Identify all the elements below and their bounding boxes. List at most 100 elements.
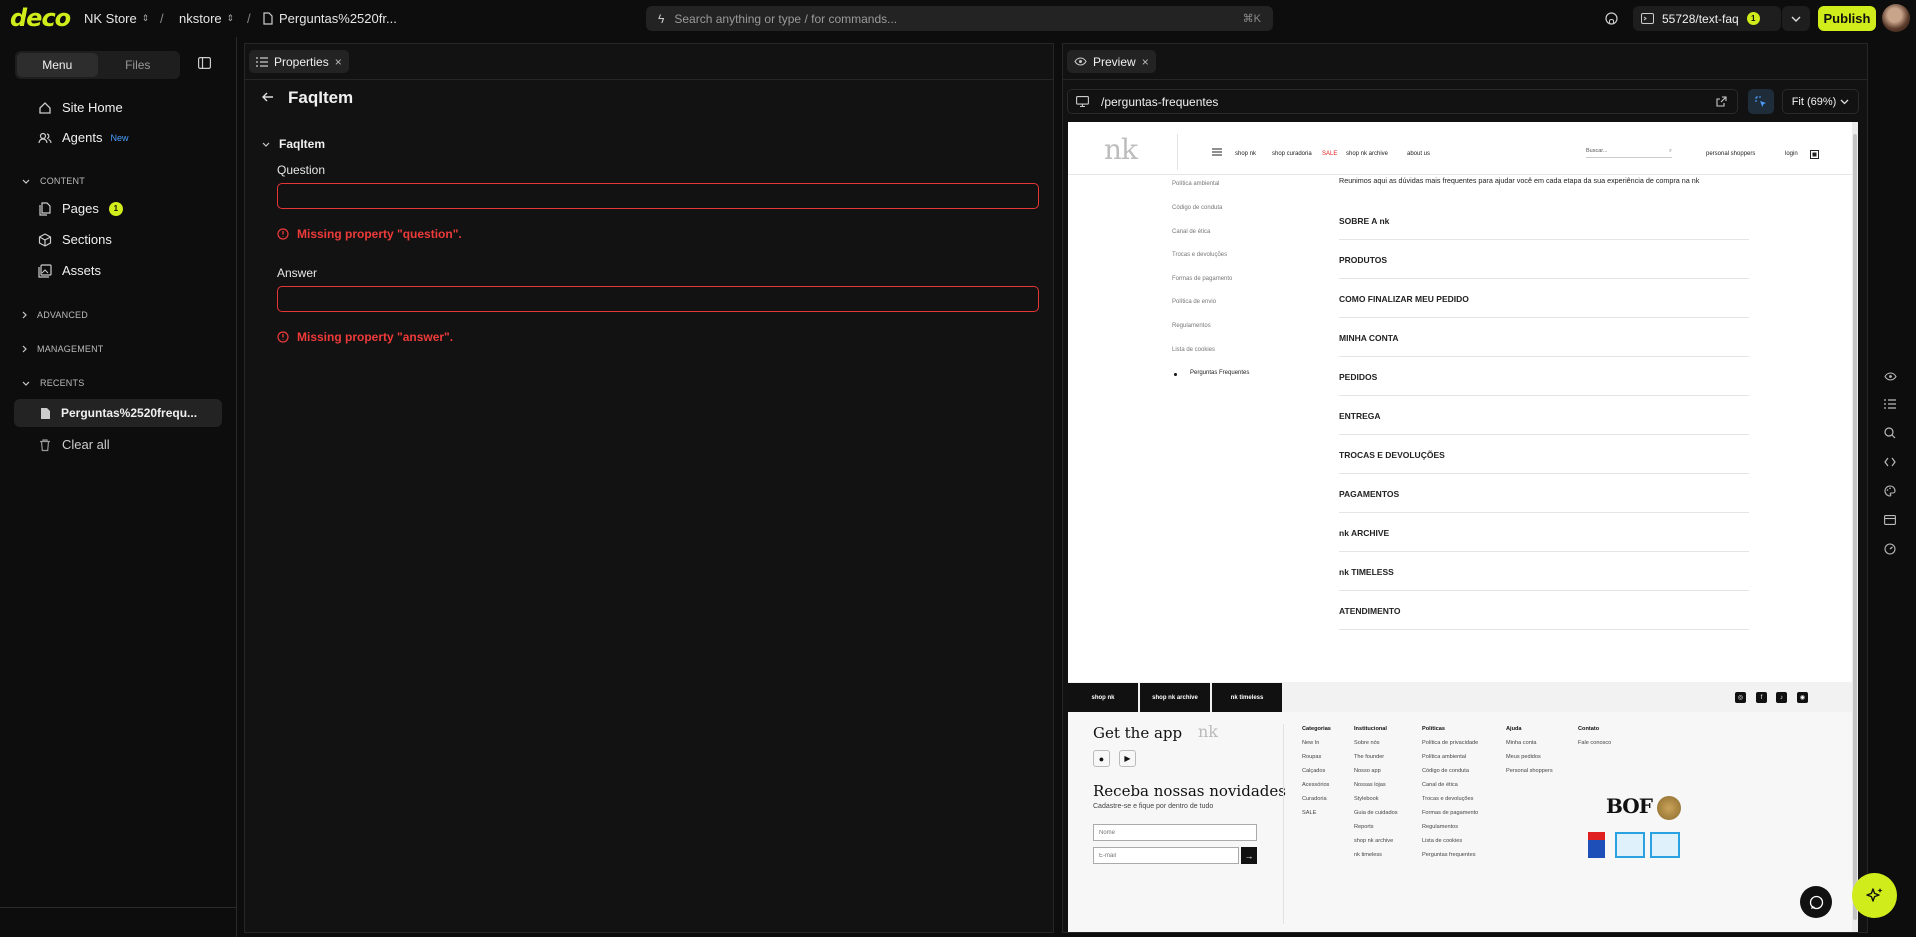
footer-tab-shop-nk-archive[interactable]: shop nk archive [1140, 683, 1210, 712]
footer-link[interactable]: Política ambiental [1422, 750, 1478, 764]
faq-accordion-item[interactable]: nk TIMELESS [1339, 553, 1749, 591]
sidebar-item-sections[interactable]: Sections [38, 232, 112, 247]
bag-icon[interactable] [1810, 150, 1819, 159]
footer-link[interactable]: Perguntas frequentes [1422, 848, 1478, 862]
footer-link[interactable]: Personal shoppers [1506, 764, 1553, 778]
nk-logo[interactable]: nk [1104, 133, 1138, 166]
section-content[interactable]: CONTENT [22, 176, 85, 186]
footer-link[interactable]: Curadoria [1302, 792, 1331, 806]
ai-assistant-button[interactable] [1852, 873, 1897, 918]
sidebar-item-site-home[interactable]: Site Home [38, 100, 123, 115]
tab-menu[interactable]: Menu [17, 53, 98, 77]
sidebar-toggle-button[interactable] [198, 57, 211, 69]
policy-nav-link[interactable]: Código de conduta [1172, 205, 1222, 211]
faq-accordion-item[interactable]: PEDIDOS [1339, 358, 1749, 396]
preview-canvas[interactable]: nk shop nk shop curadoria SALE shop nk a… [1068, 122, 1858, 932]
preview-url-bar[interactable]: /perguntas-frequentes [1067, 89, 1738, 114]
external-link-icon[interactable] [1716, 96, 1727, 107]
code-icon[interactable] [1884, 457, 1896, 467]
close-icon[interactable]: × [335, 55, 342, 69]
sidebar-item-pages[interactable]: Pages 1 [38, 201, 123, 216]
policy-nav-link[interactable]: Regulamentos [1172, 323, 1211, 329]
footer-link[interactable]: Formas de pagamento [1422, 806, 1478, 820]
footer-link[interactable]: Lista de cookies [1422, 834, 1478, 848]
spotify-icon[interactable]: ◉ [1797, 692, 1808, 703]
site-nav-shop-nk[interactable]: shop nk [1235, 151, 1256, 157]
policy-nav-link[interactable]: Canal de ética [1172, 229, 1210, 235]
tiktok-icon[interactable]: ♪ [1776, 692, 1787, 703]
scrollbar-thumb[interactable] [1853, 134, 1857, 920]
faq-accordion-item[interactable]: TROCAS E DEVOLUÇÕES [1339, 436, 1749, 474]
tab-preview[interactable]: Preview × [1067, 50, 1156, 73]
avatar[interactable] [1882, 4, 1910, 32]
footer-link[interactable]: Reports [1354, 820, 1398, 834]
group-toggle-faqitem[interactable]: FaqItem [262, 137, 325, 151]
footer-link[interactable]: Fale conosco [1578, 736, 1611, 750]
branch-menu-button[interactable] [1782, 6, 1810, 31]
faq-accordion-item[interactable]: ENTREGA [1339, 397, 1749, 435]
footer-link[interactable]: nk timeless [1354, 848, 1398, 862]
tab-files[interactable]: Files [98, 53, 179, 77]
section-advanced[interactable]: ADVANCED [22, 310, 88, 320]
branch-selector[interactable]: 55728/text-faq 1 [1633, 6, 1781, 31]
faq-accordion-item[interactable]: nk ARCHIVE [1339, 514, 1749, 552]
breadcrumb-page[interactable]: Perguntas%2520fr... [262, 11, 397, 26]
arrow-right-icon[interactable]: → [1241, 847, 1257, 864]
footer-link[interactable]: Sobre nós [1354, 736, 1398, 750]
recent-item[interactable]: Perguntas%2520frequ... [14, 399, 222, 427]
search-icon[interactable] [1884, 427, 1896, 439]
policy-nav-link[interactable]: Formas de pagamento [1172, 276, 1232, 282]
footer-link[interactable]: Meus pedidos [1506, 750, 1553, 764]
footer-link[interactable]: Guia de cuidados [1354, 806, 1398, 820]
footer-link[interactable]: Política de privacidade [1422, 736, 1478, 750]
preview-scrollbar[interactable] [1852, 122, 1858, 932]
footer-link[interactable]: New In [1302, 736, 1331, 750]
policy-nav-link[interactable]: Trocas e devoluções [1172, 252, 1227, 258]
footer-link[interactable]: Minha conta [1506, 736, 1553, 750]
hamburger-icon[interactable] [1212, 148, 1222, 156]
breadcrumb-env[interactable]: nkstore ⇕ [179, 11, 234, 26]
footer-link[interactable]: Código de conduta [1422, 764, 1478, 778]
play-store-icon[interactable]: ▶ [1119, 750, 1136, 767]
deco-logo[interactable]: deco [10, 6, 71, 30]
github-button[interactable] [1600, 6, 1622, 31]
footer-link[interactable]: Trocas e devoluções [1422, 792, 1478, 806]
faq-accordion-item[interactable]: PRODUTOS [1339, 241, 1749, 279]
section-management[interactable]: MANAGEMENT [22, 344, 104, 354]
site-login[interactable]: login [1785, 151, 1798, 157]
newsletter-name-input[interactable] [1093, 824, 1257, 841]
section-recents[interactable]: RECENTS [22, 378, 84, 388]
panel-icon[interactable] [1884, 515, 1896, 525]
footer-link[interactable]: shop nk archive [1354, 834, 1398, 848]
footer-tab-nk-timeless[interactable]: nk timeless [1212, 683, 1282, 712]
back-button[interactable] [262, 92, 274, 102]
footer-link[interactable]: Calçados [1302, 764, 1331, 778]
policy-nav-link[interactable]: Lista de cookies [1172, 347, 1215, 353]
footer-link[interactable]: Canal de ética [1422, 778, 1478, 792]
sidebar-item-assets[interactable]: Assets [38, 263, 101, 278]
footer-link[interactable]: The founder [1354, 750, 1398, 764]
site-nav-shop-nk-archive[interactable]: shop nk archive [1346, 151, 1388, 157]
inspect-toggle-button[interactable] [1748, 89, 1774, 114]
footer-link[interactable]: Nossas lojas [1354, 778, 1398, 792]
sidebar-item-agents[interactable]: Agents New [38, 130, 129, 145]
tab-properties[interactable]: Properties × [249, 50, 349, 73]
newsletter-email-input[interactable] [1093, 847, 1239, 864]
instagram-icon[interactable]: ◎ [1735, 692, 1746, 703]
facebook-icon[interactable]: f [1756, 692, 1767, 703]
site-nav-about-us[interactable]: about us [1407, 151, 1430, 157]
command-search[interactable]: ϟ Search anything or type / for commands… [646, 6, 1273, 31]
gauge-icon[interactable] [1884, 543, 1896, 555]
faq-accordion-item[interactable]: MINHA CONTA [1339, 319, 1749, 357]
footer-link[interactable]: Stylebook [1354, 792, 1398, 806]
answer-field[interactable] [277, 286, 1039, 312]
footer-link[interactable]: Nosso app [1354, 764, 1398, 778]
palette-icon[interactable] [1884, 485, 1896, 497]
site-personal-shoppers[interactable]: personal shoppers [1706, 151, 1755, 157]
question-field[interactable] [277, 183, 1039, 209]
faq-accordion-item[interactable]: SOBRE A nk [1339, 202, 1749, 240]
footer-link[interactable]: Acessórios [1302, 778, 1331, 792]
site-nav-shop-curadoria[interactable]: shop curadoria [1272, 151, 1312, 157]
clear-all-button[interactable]: Clear all [38, 437, 110, 452]
footer-link[interactable]: Regulamentos [1422, 820, 1478, 834]
